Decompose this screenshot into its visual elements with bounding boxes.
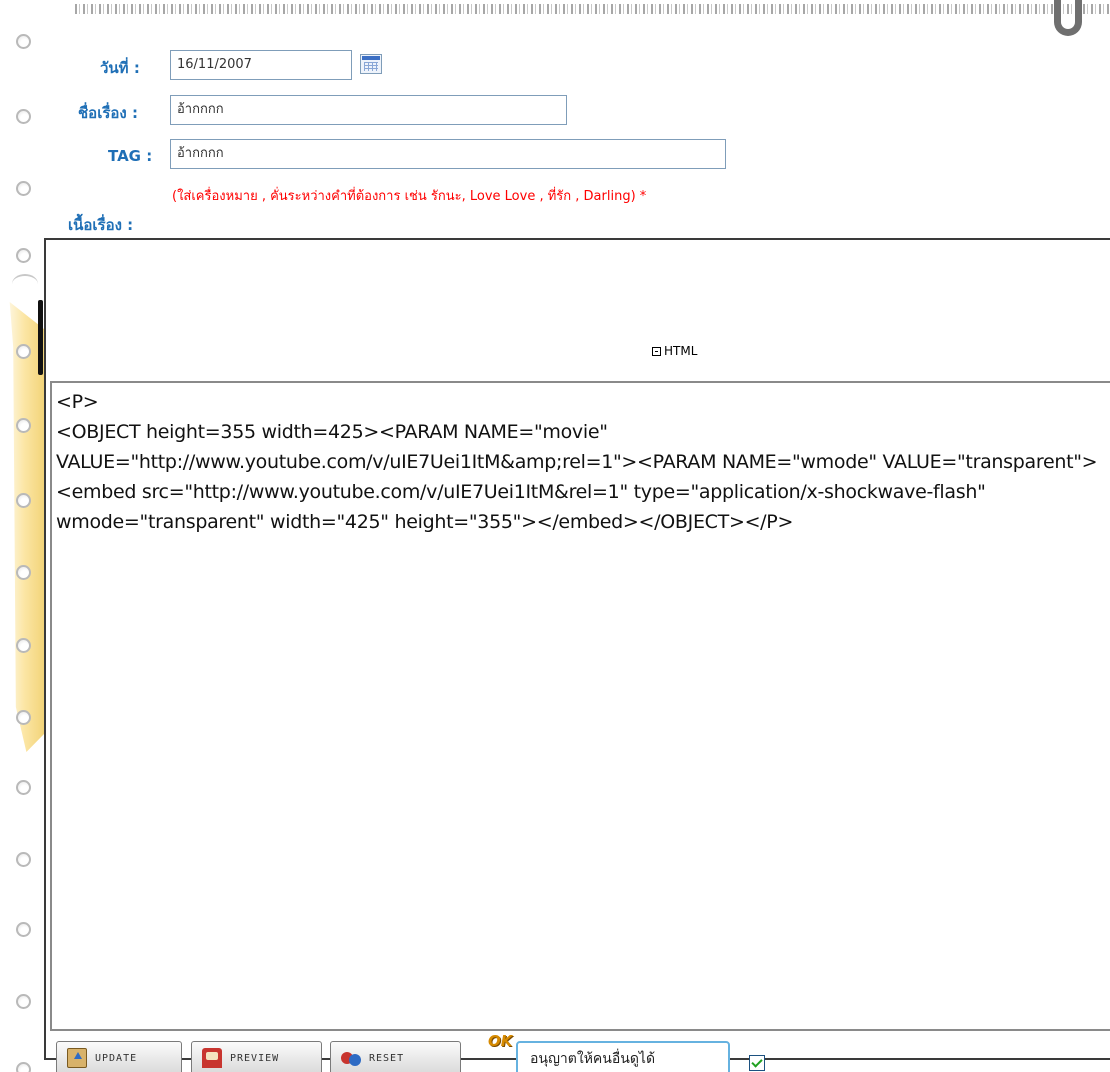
content-label: เนื้อเรื่อง : <box>68 216 134 234</box>
binder-hole-icon <box>16 565 31 580</box>
ok-badge-icon: OK <box>488 1032 513 1050</box>
binder-hole-icon <box>16 181 31 196</box>
html-toggle-icon <box>652 346 661 356</box>
binder-hole-icon <box>16 493 31 508</box>
date-label: วันที่ : <box>100 59 140 77</box>
calendar-icon[interactable] <box>360 54 382 74</box>
binder-hole-icon <box>16 248 31 263</box>
notebook-spine-decoration <box>38 300 43 375</box>
binder-ring-icon <box>12 274 38 294</box>
binder-hole-icon <box>16 34 31 49</box>
binder-hole-icon <box>16 418 31 433</box>
binder-hole-icon <box>16 852 31 867</box>
title-field[interactable]: อ้ากกกก <box>170 95 567 125</box>
date-field[interactable]: 16/11/2007 <box>170 50 352 80</box>
reset-button-label: RESET <box>369 1052 405 1064</box>
decorative-header-line <box>75 4 1110 14</box>
binder-hole-icon <box>16 922 31 937</box>
reset-button[interactable]: RESET <box>330 1041 461 1072</box>
allow-comments-label: อนุญาตให้คนอื่นดูได้ <box>516 1041 730 1072</box>
binder-hole-icon <box>16 994 31 1009</box>
preview-icon <box>202 1048 222 1068</box>
html-mode-toggle[interactable]: HTML <box>652 344 697 358</box>
binder-hole-icon <box>16 780 31 795</box>
binder-hole-icon <box>16 710 31 725</box>
update-button-label: UPDATE <box>95 1052 138 1064</box>
binder-clip-icon <box>1054 0 1082 36</box>
binder-hole-icon <box>16 1062 31 1072</box>
tag-label: TAG : <box>108 147 153 165</box>
tag-field[interactable]: อ้ากกกก <box>170 139 726 169</box>
tag-hint-text: (ใส่เครื่องหมาย , คั่นระหว่างคำที่ต้องกา… <box>172 189 647 204</box>
blog-editor-page: วันที่ : 16/11/2007 ชื่อเรื่อง : อ้ากกกก… <box>0 0 1110 1072</box>
binder-hole-icon <box>16 109 31 124</box>
binder-hole-icon <box>16 638 31 653</box>
allow-comments-checkbox[interactable] <box>749 1055 765 1071</box>
update-icon <box>67 1048 87 1068</box>
preview-button[interactable]: PREVIEW <box>191 1041 322 1072</box>
update-button[interactable]: UPDATE <box>56 1041 182 1072</box>
html-source-textarea[interactable]: <P> <OBJECT height=355 width=425><PARAM … <box>50 381 1110 1031</box>
preview-button-label: PREVIEW <box>230 1052 280 1064</box>
title-label: ชื่อเรื่อง : <box>78 104 138 122</box>
binder-hole-icon <box>16 344 31 359</box>
reset-icon <box>341 1048 361 1068</box>
html-toggle-label: HTML <box>664 344 698 358</box>
